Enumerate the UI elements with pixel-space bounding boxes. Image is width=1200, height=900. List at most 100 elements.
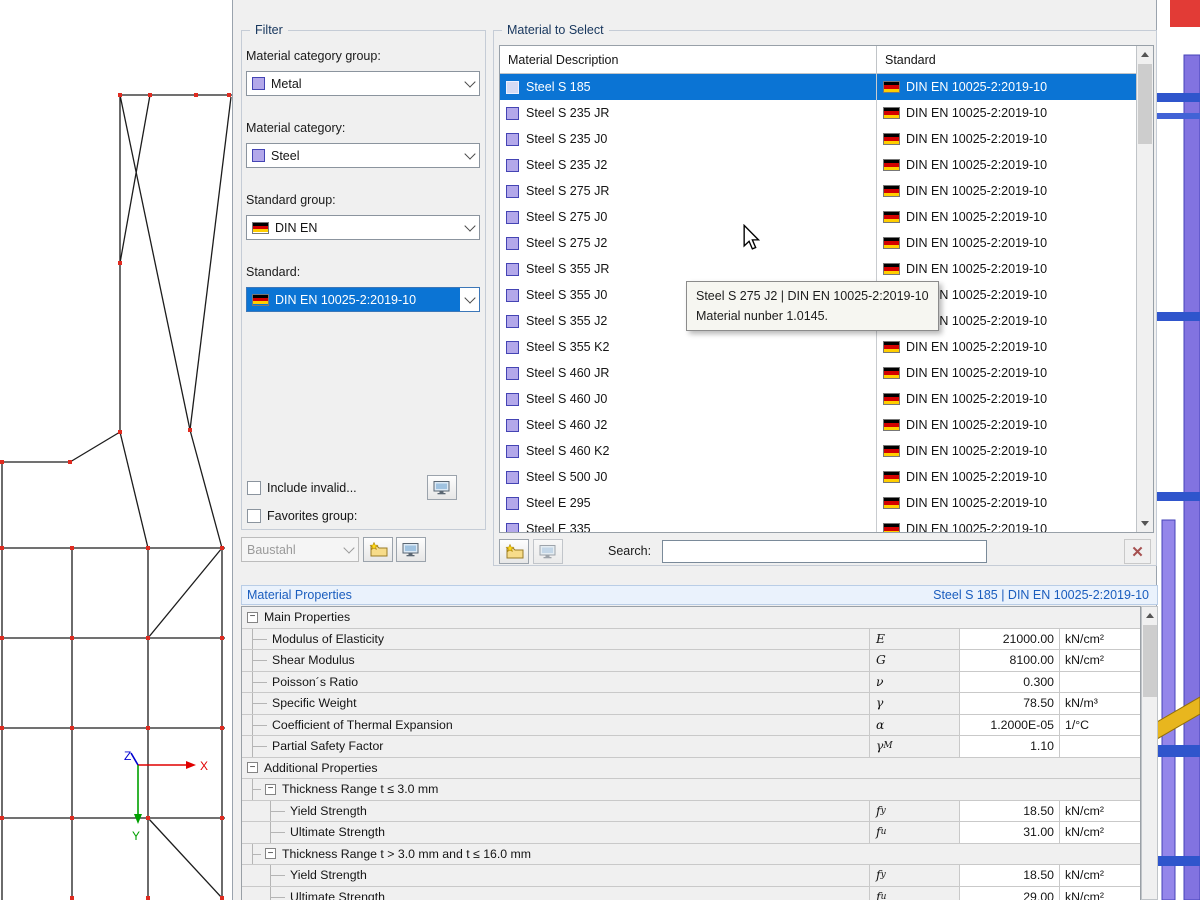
property-unit-cell: kN/cm² xyxy=(1060,865,1140,886)
property-group-row[interactable]: − Main Properties xyxy=(242,607,1140,629)
property-value-cell: 31.00 xyxy=(960,822,1060,843)
chevron-down-icon[interactable] xyxy=(460,288,479,311)
material-description-cell: Steel S 235 J0 xyxy=(500,126,876,152)
svg-text:Y: Y xyxy=(132,829,140,843)
material-description-cell: Steel S 460 K2 xyxy=(500,438,876,464)
monitor-icon xyxy=(402,543,419,557)
include-invalid-checkbox[interactable]: Include invalid... xyxy=(247,481,357,495)
scroll-up-arrow[interactable] xyxy=(1142,607,1158,624)
scroll-down-arrow[interactable] xyxy=(1137,515,1153,532)
material-standard-cell: DIN EN 10025-2:2019-10 xyxy=(876,204,1136,230)
new-material-button[interactable] xyxy=(499,539,529,564)
material-standard-cell: DIN EN 10025-2:2019-10 xyxy=(876,464,1136,490)
germany-flag-icon xyxy=(252,221,269,234)
material-row[interactable]: Steel S 460 JR DIN EN 10025-2:2019-10 xyxy=(500,360,1136,386)
clear-search-button[interactable]: ✕ xyxy=(1124,539,1151,564)
material-row[interactable]: Steel S 355 JR DIN EN 10025-2:2019-10 xyxy=(500,256,1136,282)
material-row[interactable]: Steel S 355 K2 DIN EN 10025-2:2019-10 xyxy=(500,334,1136,360)
material-list-scrollbar xyxy=(1136,46,1153,532)
chevron-down-icon[interactable] xyxy=(460,216,479,239)
material-category-select[interactable]: Steel xyxy=(246,143,480,168)
property-name-cell: Partial Safety Factor xyxy=(242,736,870,757)
germany-flag-icon xyxy=(883,159,900,171)
material-standard-cell: DIN EN 10025-2:2019-10 xyxy=(876,74,1136,100)
material-category-group-select[interactable]: Metal xyxy=(246,71,480,96)
property-value-cell: 18.50 xyxy=(960,800,1060,821)
material-standard-cell: DIN EN 10025-2:2019-10 xyxy=(876,256,1136,282)
material-standard: DIN EN 10025-2:2019-10 xyxy=(906,522,1048,532)
material-row[interactable]: Steel S 275 JR DIN EN 10025-2:2019-10 xyxy=(500,178,1136,204)
scrollbar-thumb[interactable] xyxy=(1138,64,1152,144)
germany-flag-icon xyxy=(883,393,900,405)
chevron-down-icon[interactable] xyxy=(460,72,479,95)
material-row[interactable]: Steel S 500 J0 DIN EN 10025-2:2019-10 xyxy=(500,464,1136,490)
material-icon xyxy=(506,80,519,94)
material-row[interactable]: Steel S 460 J0 DIN EN 10025-2:2019-10 xyxy=(500,386,1136,412)
property-name-cell: Ultimate Strength xyxy=(242,886,870,900)
steel-material-icon xyxy=(252,149,265,162)
invalid-materials-options-button[interactable] xyxy=(427,475,457,500)
material-description-cell: Steel S 355 K2 xyxy=(500,334,876,360)
material-description-cell: Steel S 235 J2 xyxy=(500,152,876,178)
favorites-group-checkbox[interactable]: Favorites group: xyxy=(247,509,357,523)
standard-group-select[interactable]: DIN EN xyxy=(246,215,480,240)
germany-flag-icon xyxy=(883,237,900,249)
material-row[interactable]: Steel S 460 J2 DIN EN 10025-2:2019-10 xyxy=(500,412,1136,438)
material-standard-cell: DIN EN 10025-2:2019-10 xyxy=(876,360,1136,386)
property-row: Shear Modulus G 8100.00 kN/cm² xyxy=(242,650,1140,672)
material-options-button[interactable] xyxy=(533,539,563,564)
metal-material-icon xyxy=(252,77,265,90)
material-row[interactable]: Steel S 460 K2 DIN EN 10025-2:2019-10 xyxy=(500,438,1136,464)
material-standard-cell: DIN EN 10025-2:2019-10 xyxy=(876,334,1136,360)
material-row[interactable]: Steel S 275 J0 DIN EN 10025-2:2019-10 xyxy=(500,204,1136,230)
materials-group-caption: Material to Select xyxy=(502,23,609,37)
property-group-row[interactable]: − Thickness Range t > 3.0 mm and t ≤ 16.0… xyxy=(242,843,1140,865)
material-description-cell: Steel S 460 JR xyxy=(500,360,876,386)
checkbox-box[interactable] xyxy=(247,509,261,523)
material-name: Steel S 355 J0 xyxy=(526,288,608,302)
property-group-name: − Additional Properties xyxy=(242,758,1140,779)
property-group-row[interactable]: − Thickness Range t ≤ 3.0 mm xyxy=(242,779,1140,801)
material-row[interactable]: Steel S 235 J2 DIN EN 10025-2:2019-10 xyxy=(500,152,1136,178)
material-standard: DIN EN 10025-2:2019-10 xyxy=(906,262,1048,276)
standard-select[interactable]: DIN EN 10025-2:2019-10 xyxy=(246,287,480,312)
material-row[interactable]: Steel S 275 J2 DIN EN 10025-2:2019-10 xyxy=(500,230,1136,256)
collapse-icon[interactable]: − xyxy=(265,848,276,860)
property-rows: − Main Properties Modulus of Elasticity E 21… xyxy=(241,606,1141,900)
material-icon xyxy=(506,184,519,198)
property-group-row[interactable]: − Additional Properties xyxy=(242,757,1140,779)
checkbox-label: Include invalid... xyxy=(267,481,357,495)
checkbox-box[interactable] xyxy=(247,481,261,495)
material-standard-cell: DIN EN 10025-2:2019-10 xyxy=(876,126,1136,152)
mouse-cursor xyxy=(743,224,760,250)
material-row[interactable]: Steel S 185 DIN EN 10025-2:2019-10 xyxy=(500,74,1136,100)
model-nodes xyxy=(0,93,231,900)
property-symbol-cell: E xyxy=(870,628,960,649)
property-row: Yield Strength f y 18.50 kN/cm² xyxy=(242,800,1140,822)
rendered-model-view xyxy=(1157,0,1200,900)
material-description-cell: Steel S 235 JR xyxy=(500,100,876,126)
germany-flag-icon xyxy=(883,133,900,145)
collapse-icon[interactable]: − xyxy=(265,783,276,795)
collapse-icon[interactable]: − xyxy=(247,611,258,623)
material-row[interactable]: Steel S 235 JR DIN EN 10025-2:2019-10 xyxy=(500,100,1136,126)
property-unit-cell: kN/cm² xyxy=(1060,822,1140,843)
search-input[interactable] xyxy=(662,540,987,563)
new-favorites-group-button[interactable] xyxy=(363,537,393,562)
tooltip-line-2: Material nunber 1.0145. xyxy=(696,309,829,323)
manage-favorites-button[interactable] xyxy=(396,537,426,562)
material-standard: DIN EN 10025-2:2019-10 xyxy=(906,106,1048,120)
collapse-icon[interactable]: − xyxy=(247,762,258,774)
chevron-down-icon[interactable] xyxy=(460,144,479,167)
property-group-name: − Main Properties xyxy=(242,607,1140,628)
scroll-up-arrow[interactable] xyxy=(1137,46,1153,63)
favorites-group-select[interactable]: Baustahl xyxy=(241,537,359,562)
property-unit-cell: kN/cm² xyxy=(1060,800,1140,821)
material-row[interactable]: Steel E 335 DIN EN 10025-2:2019-10 xyxy=(500,516,1136,532)
material-properties-section: Material Properties Steel S 185 | DIN EN… xyxy=(241,585,1158,900)
property-unit-cell: kN/cm² xyxy=(1060,628,1140,649)
scrollbar-thumb[interactable] xyxy=(1143,625,1157,697)
material-row[interactable]: Steel E 295 DIN EN 10025-2:2019-10 xyxy=(500,490,1136,516)
material-row[interactable]: Steel S 235 J0 DIN EN 10025-2:2019-10 xyxy=(500,126,1136,152)
property-symbol-cell: fy xyxy=(870,865,960,886)
